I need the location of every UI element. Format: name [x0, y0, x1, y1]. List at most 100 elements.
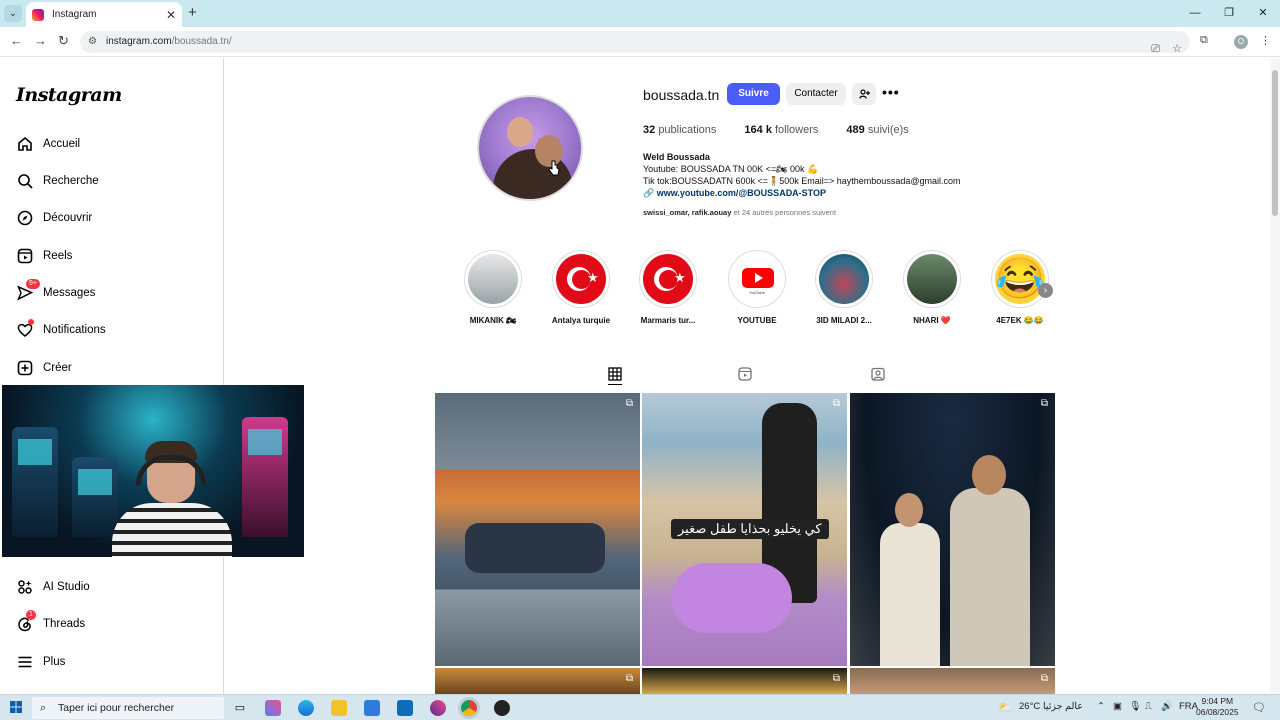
sidebar-item-notifications[interactable]: Notifications	[16, 318, 106, 342]
carousel-post-icon: ⧉	[1040, 398, 1048, 409]
tray-app-icon[interactable]: ▣	[1113, 701, 1122, 712]
carousel-post-icon: ⧉	[625, 673, 633, 684]
threads-badge: 1	[26, 610, 36, 620]
following-stat[interactable]: 489 suivi(e)s	[846, 124, 908, 136]
windows-start-icon[interactable]	[10, 701, 22, 716]
post-thumbnail[interactable]: ⧉	[435, 393, 640, 666]
sidebar-item-reels[interactable]: Reels	[16, 244, 72, 268]
followers-stat[interactable]: 164 k followers	[744, 124, 818, 136]
sidebar-item-messages[interactable]: 9+ Messages	[16, 279, 95, 305]
contact-button[interactable]: Contacter	[786, 83, 846, 105]
browser-menu-icon[interactable]: ⋮	[1260, 34, 1271, 47]
bio-link[interactable]: www.youtube.com/@BOUSSADA-STOP	[657, 188, 826, 198]
follow-button[interactable]: Suivre	[727, 83, 780, 105]
windows-taskbar: ⌕ Taper ici pour rechercher ▭ ⛅ 26°C عال…	[0, 694, 1280, 720]
post-thumbnail[interactable]: ⧉	[435, 668, 640, 694]
link-icon: 🔗	[643, 188, 655, 198]
maximize-button[interactable]: ❐	[1212, 0, 1246, 27]
close-window-button[interactable]: ✕	[1246, 0, 1280, 27]
site-info-icon[interactable]: ⚙	[88, 31, 97, 53]
taskbar-clock[interactable]: 9:04 PM 06/08/2025	[1196, 696, 1239, 718]
mouse-cursor-icon	[548, 160, 560, 179]
window-controls: — ❐ ✕	[1178, 0, 1280, 27]
profile-bio: Weld Boussada Youtube: BOUSSADA TN 00K <…	[643, 151, 960, 199]
story-highlight[interactable]: YouTube YOUTUBE	[717, 250, 797, 325]
microphone-icon[interactable]: 🎙	[1129, 701, 1141, 712]
sidebar-item-plus[interactable]: Plus	[16, 650, 65, 674]
weather-temp[interactable]: 26°C	[1019, 701, 1040, 712]
highlight-thumbnail	[819, 254, 869, 304]
back-arrow-icon[interactable]: ←	[10, 33, 23, 48]
notification-center-icon[interactable]: 🗨	[1252, 701, 1266, 714]
followed-by[interactable]: swissi_omar, rafik.aouay et 24 autres pe…	[643, 208, 836, 217]
story-highlight[interactable]: ★ Marmaris tur...	[628, 250, 708, 325]
scrollbar-thumb[interactable]	[1272, 70, 1278, 216]
browser-tab[interactable]: Instagram ✕	[26, 2, 182, 27]
suggest-user-button[interactable]	[852, 83, 876, 105]
new-tab-button[interactable]: +	[188, 4, 197, 21]
highlight-label: 4E7EK 😂😂	[996, 316, 1044, 325]
address-bar-row: ← → ↻ ⚙ instagram.com/boussada.tn/ ⎚ ☆ ⧉…	[0, 27, 1280, 57]
install-app-icon[interactable]: ⎚	[1151, 38, 1160, 60]
posts-grid-tab[interactable]	[608, 367, 622, 385]
copilot-icon[interactable]	[265, 700, 281, 716]
heart-icon	[16, 319, 34, 339]
carousel-post-icon: ⧉	[832, 673, 840, 684]
sidebar-item-recherche[interactable]: Recherche	[16, 169, 99, 193]
chrome-icon[interactable]	[461, 700, 477, 716]
ai-studio-icon	[16, 578, 34, 596]
tray-chevron-icon[interactable]: ⌃	[1097, 701, 1105, 712]
streamer-figure	[112, 441, 232, 557]
story-highlight[interactable]: NHARI ❤️	[892, 250, 972, 325]
file-explorer-icon[interactable]	[331, 700, 347, 716]
network-icon[interactable]: ⎍	[1145, 701, 1152, 712]
story-highlight[interactable]: ★ Antalya turquie	[541, 250, 621, 325]
profile-content-tabs	[435, 365, 1056, 387]
tab-search-dropdown[interactable]: ⌄	[4, 5, 22, 22]
post-thumbnail[interactable]: ⧉	[850, 393, 1055, 666]
more-options-icon[interactable]: •••	[882, 84, 900, 100]
page-scrollbar[interactable]	[1270, 58, 1280, 694]
sidebar-item-threads[interactable]: 1 Threads	[16, 610, 85, 636]
highlight-label: 3ID MILADI 2...	[816, 316, 872, 325]
reels-tab[interactable]	[738, 367, 752, 384]
sidebar-item-label: AI Studio	[43, 581, 90, 593]
post-thumbnail[interactable]: ⧉	[642, 668, 847, 694]
tab-close-icon[interactable]: ✕	[166, 8, 176, 22]
sidebar-item-label: Plus	[43, 656, 66, 668]
sidebar-item-decouvrir[interactable]: Découvrir	[16, 206, 92, 230]
highlights-next-button[interactable]: ›	[1038, 283, 1053, 298]
store-icon[interactable]	[364, 700, 380, 716]
taskbar-search-input[interactable]: ⌕ Taper ici pour rechercher	[32, 697, 224, 719]
minimize-button[interactable]: —	[1178, 0, 1212, 27]
browser-profile-avatar[interactable]: O	[1234, 35, 1248, 49]
reload-icon[interactable]: ↻	[58, 33, 69, 49]
extensions-icon[interactable]: ⧉	[1200, 34, 1208, 47]
outlook-icon[interactable]	[397, 700, 413, 716]
profile-avatar[interactable]	[477, 95, 583, 201]
posts-count: 32	[643, 124, 656, 136]
volume-icon[interactable]: 🔊	[1161, 701, 1173, 712]
bookmark-star-icon[interactable]: ☆	[1172, 38, 1182, 60]
followers-label: followers	[775, 124, 819, 136]
app-icon[interactable]	[430, 700, 446, 716]
forward-arrow-icon[interactable]: →	[34, 33, 47, 48]
sidebar-item-creer[interactable]: Créer	[16, 356, 72, 380]
post-thumbnail[interactable]: ⧉	[850, 668, 1055, 694]
story-highlight[interactable]: 3ID MILADI 2...	[804, 250, 884, 325]
display-name: Weld Boussada	[643, 152, 710, 162]
url-field[interactable]: ⚙ instagram.com/boussada.tn/ ⎚ ☆	[80, 31, 1190, 55]
edge-icon[interactable]	[298, 700, 314, 716]
youtube-logo-caption: YouTube	[749, 290, 765, 295]
task-view-icon[interactable]: ▭	[232, 700, 248, 716]
obs-icon[interactable]	[494, 700, 510, 716]
sidebar-item-label: Créer	[43, 362, 72, 374]
arcade-cabinet	[12, 427, 58, 537]
sidebar-item-ai-studio[interactable]: AI Studio	[16, 575, 90, 599]
tagged-tab[interactable]	[871, 367, 885, 384]
story-highlight[interactable]: MIKANIK 🏍	[453, 250, 533, 325]
instagram-logo[interactable]: Instagram	[16, 84, 122, 106]
sidebar-item-accueil[interactable]: Accueil	[16, 132, 80, 156]
weather-text: عالم جزئيا	[1043, 701, 1083, 712]
clock-time: 9:04 PM	[1201, 696, 1234, 706]
